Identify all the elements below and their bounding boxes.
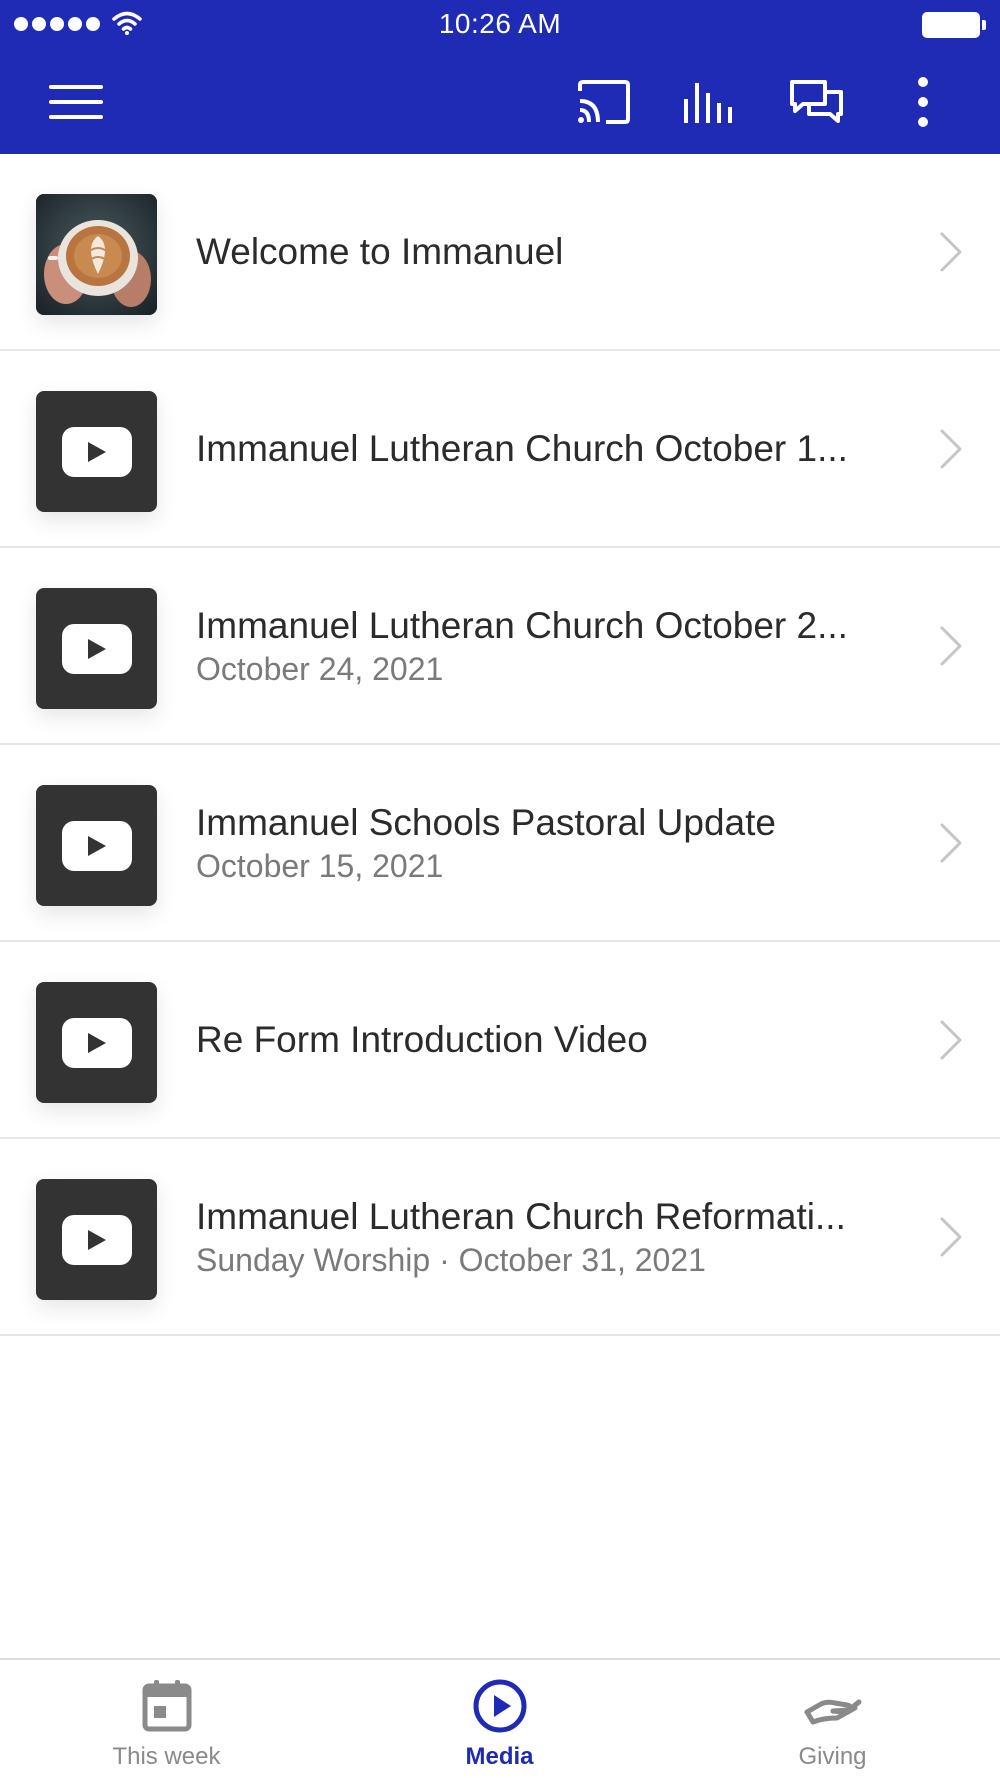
latte-photo [36, 194, 157, 315]
tab-media[interactable]: Media [333, 1660, 666, 1778]
thumbnail-image [36, 588, 157, 709]
item-subtitle: Sunday Worship · October 31, 2021 [196, 1241, 706, 1278]
giving-hand-icon [804, 1699, 861, 1725]
thumbnail-image [36, 982, 157, 1103]
chat-button[interactable] [787, 75, 847, 129]
status-bar: 10:26 AM [0, 0, 1000, 50]
tab-label: Giving [798, 1743, 867, 1770]
item-title: Immanuel Lutheran Church October 2... [196, 604, 848, 646]
stats-icon [684, 83, 732, 123]
item-title: Re Form Introduction Video [196, 1018, 648, 1060]
item-title: Welcome to Immanuel [196, 230, 564, 272]
youtube-icon [61, 1017, 132, 1068]
item-subtitle: October 15, 2021 [196, 847, 444, 884]
item-title: Immanuel Lutheran Church October 1... [196, 427, 848, 469]
item-title: Immanuel Schools Pastoral Update [196, 801, 776, 843]
tab-label: Media [465, 1743, 534, 1770]
youtube-icon [61, 623, 132, 674]
thumbnail-image [36, 1179, 157, 1300]
item-title: Immanuel Lutheran Church Reformati... [196, 1195, 846, 1237]
list-item[interactable]: Immanuel Lutheran Church October 1... [0, 351, 1000, 548]
chevron-right-icon [940, 626, 962, 666]
cast-icon [578, 80, 630, 124]
list-item[interactable]: Immanuel Lutheran Church Reformati... Su… [0, 1139, 1000, 1336]
youtube-icon [61, 1214, 132, 1265]
item-subtitle: October 24, 2021 [196, 650, 444, 687]
chevron-right-icon [940, 1020, 962, 1060]
cast-button[interactable] [574, 75, 634, 129]
play-circle-icon [473, 1679, 526, 1733]
chat-icon [790, 80, 843, 123]
app-header: 10:26 AM [0, 0, 1000, 154]
menu-button[interactable] [46, 75, 106, 129]
thumbnail-image [36, 391, 157, 512]
stats-button[interactable] [680, 75, 740, 129]
more-options-button[interactable] [893, 75, 953, 129]
status-time: 10:26 AM [438, 8, 562, 39]
thumbnail-image [36, 785, 157, 906]
tab-this-week[interactable]: This week [0, 1660, 333, 1778]
more-icon [918, 77, 928, 127]
media-list: Welcome to Immanuel Immanuel Lutheran Ch… [0, 154, 1000, 1336]
tab-giving[interactable]: Giving [666, 1660, 999, 1778]
calendar-icon [142, 1680, 191, 1732]
list-item[interactable]: Immanuel Schools Pastoral Update October… [0, 745, 1000, 942]
chevron-right-icon [940, 232, 962, 272]
chevron-right-icon [940, 1217, 962, 1257]
list-item[interactable]: Immanuel Lutheran Church October 2... Oc… [0, 548, 1000, 745]
youtube-icon [61, 820, 132, 871]
thumbnail-image [36, 194, 157, 315]
battery-icon [922, 12, 986, 38]
youtube-icon [61, 426, 132, 477]
chevron-right-icon [940, 429, 962, 469]
tab-label: This week [112, 1743, 221, 1770]
tab-bar: This week Media Giving [0, 1658, 1000, 1778]
menu-icon [49, 85, 103, 119]
list-item[interactable]: Re Form Introduction Video [0, 942, 1000, 1139]
toolbar [0, 50, 1000, 154]
chevron-right-icon [940, 823, 962, 863]
list-item[interactable]: Welcome to Immanuel [0, 154, 1000, 351]
